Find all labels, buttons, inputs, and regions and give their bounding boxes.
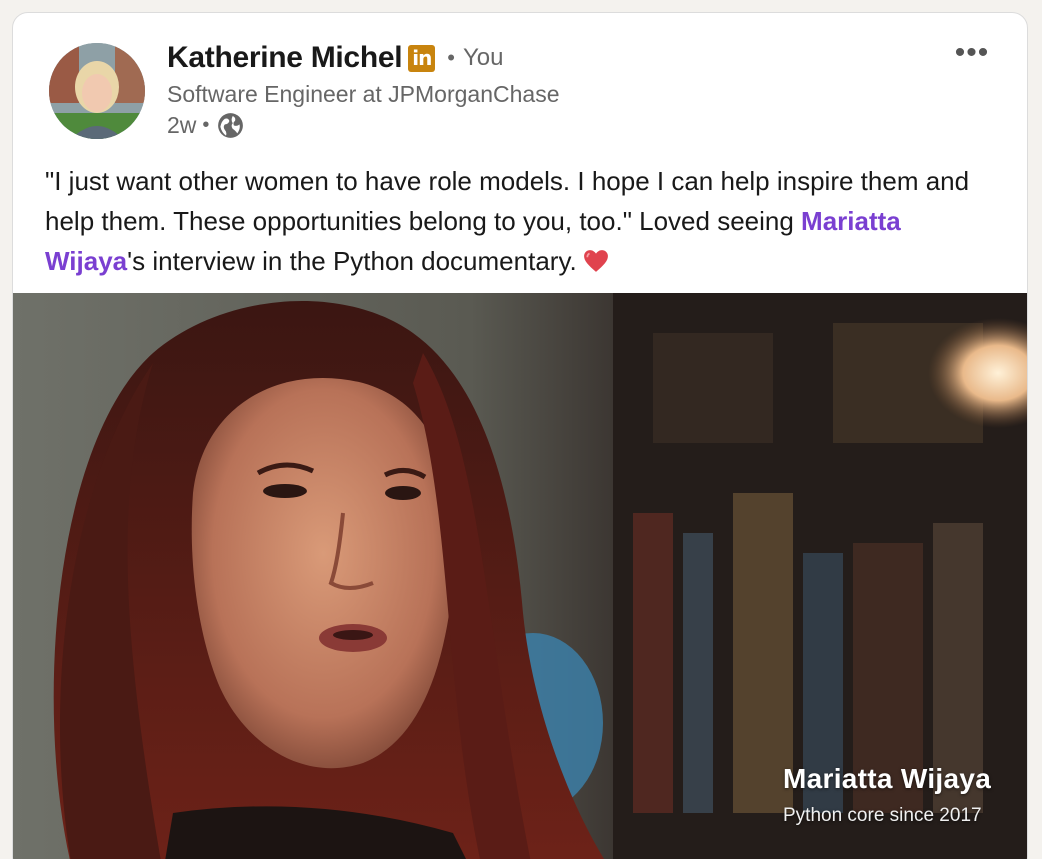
post-text-outro: 's interview in the Python documentary. (127, 246, 577, 276)
author-headline: Software Engineer at JPMorganChase (167, 81, 560, 107)
author-avatar[interactable] (49, 43, 145, 139)
video-lower-third: Mariatta Wijaya Python core since 2017 (783, 763, 991, 827)
relation-label: You (462, 44, 504, 71)
video-thumbnail[interactable]: Mariatta Wijaya Python core since 2017 (13, 293, 1027, 859)
post-text: "I just want other women to have role mo… (45, 161, 1005, 281)
red-heart-icon (583, 250, 608, 272)
author-name[interactable]: Katherine Michel (167, 41, 403, 75)
author-name-row: Katherine Michel in • You (167, 41, 503, 75)
avatar-photo (49, 43, 145, 139)
linkedin-premium-icon: in (408, 44, 436, 72)
meta-separator: • (202, 114, 210, 136)
name-separator: • (447, 45, 455, 70)
post-meta: 2w • (167, 112, 244, 139)
post-card: Katherine Michel in • You Software Engin… (12, 12, 1028, 859)
lower-third-name: Mariatta Wijaya (783, 763, 992, 794)
globe-icon (218, 113, 244, 138)
post-age[interactable]: 2w (167, 112, 196, 139)
lower-third-subtitle: Python core since 2017 (783, 805, 982, 826)
more-options-button[interactable]: ••• (947, 35, 997, 71)
